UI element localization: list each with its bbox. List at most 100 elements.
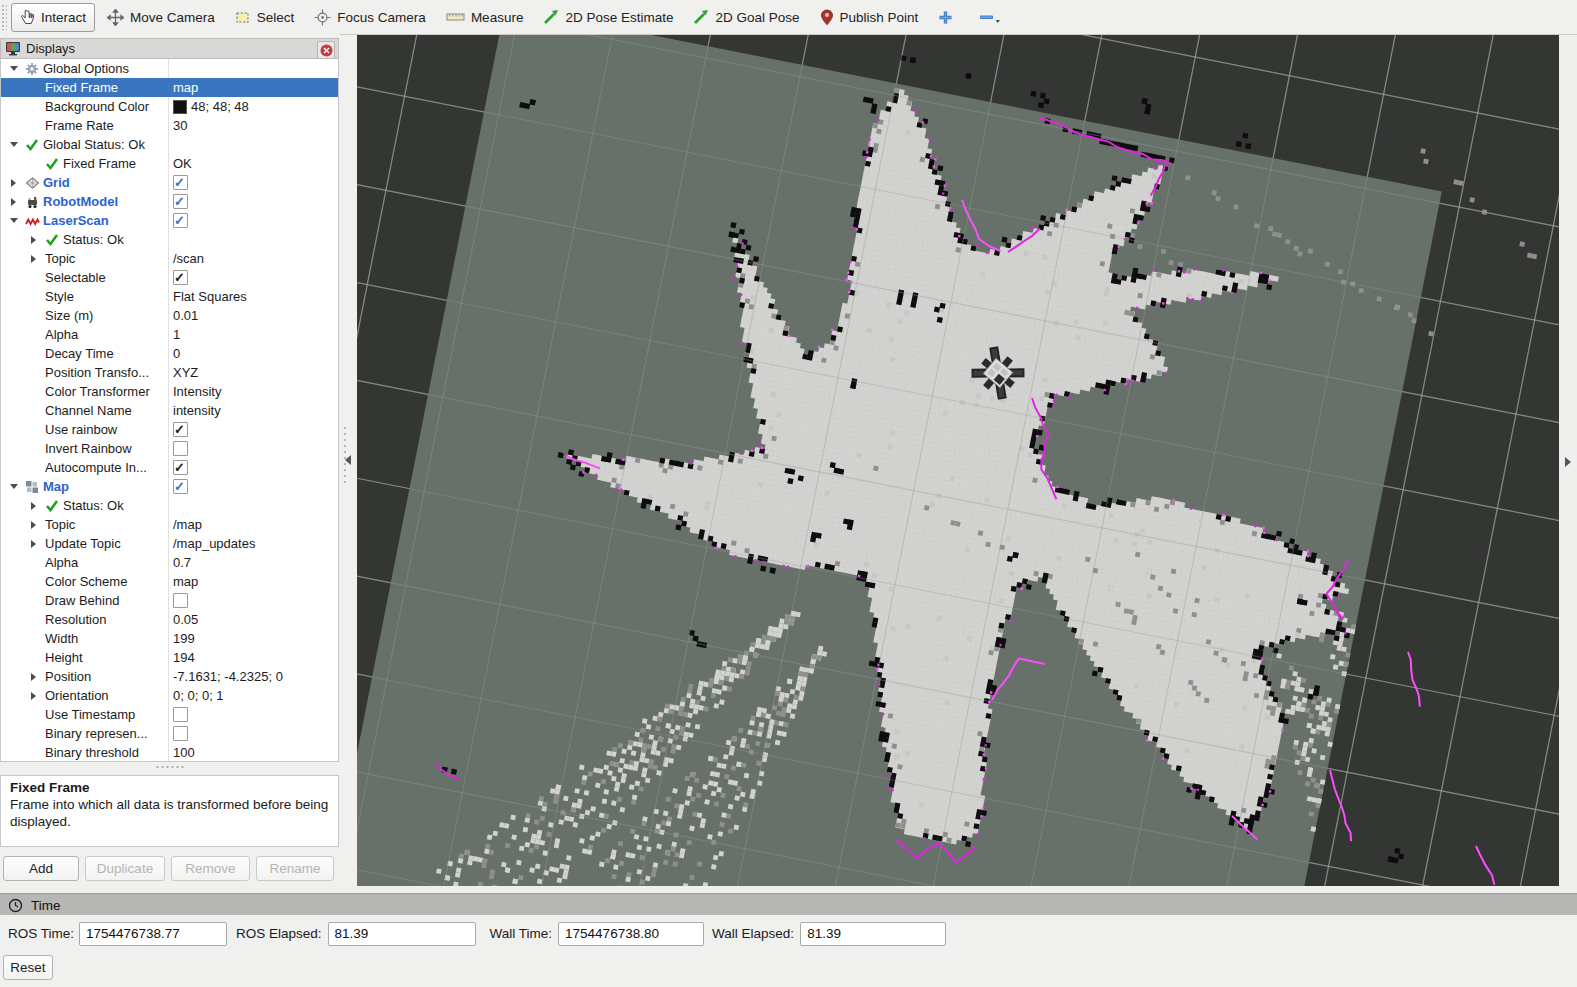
- property-value[interactable]: 0.05: [173, 610, 198, 629]
- tree-row-invert-rainbow[interactable]: Invert Rainbow: [1, 439, 338, 458]
- property-value[interactable]: XYZ: [173, 363, 198, 382]
- tree-row-robotmodel[interactable]: RobotModel: [1, 192, 338, 211]
- tree-row-autocompute-in-[interactable]: Autocompute In...: [1, 458, 338, 477]
- property-value[interactable]: 30: [173, 116, 187, 135]
- checkbox[interactable]: [173, 422, 188, 437]
- toolbar-button-plus[interactable]: [930, 4, 967, 31]
- property-value[interactable]: -7.1631; -4.2325; 0: [173, 667, 283, 686]
- property-value[interactable]: 0; 0; 0; 1: [173, 686, 224, 705]
- left-splitter[interactable]: [340, 35, 357, 886]
- splitter-handle[interactable]: [155, 765, 185, 769]
- checkbox[interactable]: [173, 726, 188, 741]
- tree-row-resolution[interactable]: Resolution0.05: [1, 610, 338, 629]
- expander-right-icon[interactable]: [31, 236, 36, 244]
- tree-row-binary-represen-[interactable]: Binary represen...: [1, 724, 338, 743]
- property-value[interactable]: intensity: [173, 401, 221, 420]
- checkbox[interactable]: [173, 707, 188, 722]
- checkbox[interactable]: [173, 479, 188, 494]
- property-value[interactable]: 1: [173, 325, 180, 344]
- reset-button[interactable]: Reset: [3, 955, 53, 980]
- property-value[interactable]: map: [173, 572, 198, 591]
- property-value[interactable]: 0.01: [173, 306, 198, 325]
- toolbar-button-publish-point[interactable]: Publish Point: [812, 4, 927, 31]
- property-value[interactable]: OK: [173, 154, 192, 173]
- toolbar-button-interact[interactable]: Interact: [11, 3, 95, 32]
- tree-row-fixed-frame[interactable]: Fixed Framemap: [1, 78, 338, 97]
- tree-row-height[interactable]: Height194: [1, 648, 338, 667]
- collapse-right-icon[interactable]: [1565, 457, 1571, 467]
- checkbox[interactable]: [173, 175, 188, 190]
- toolbar-button-move-camera[interactable]: Move Camera: [99, 4, 223, 31]
- expander-right-icon[interactable]: [31, 502, 36, 510]
- property-value[interactable]: Intensity: [173, 382, 221, 401]
- tree-row-position[interactable]: Position-7.1631; -4.2325; 0: [1, 667, 338, 686]
- tree-row-map[interactable]: Map: [1, 477, 338, 496]
- tree-row-frame-rate[interactable]: Frame Rate30: [1, 116, 338, 135]
- remove-button[interactable]: Remove: [171, 856, 250, 881]
- expander-down-icon[interactable]: [10, 142, 18, 147]
- tree-row-global-status-ok[interactable]: Global Status: Ok: [1, 135, 338, 154]
- 3d-viewport[interactable]: [357, 35, 1559, 886]
- checkbox[interactable]: [173, 441, 188, 456]
- tree-row-use-timestamp[interactable]: Use Timestamp: [1, 705, 338, 724]
- tree-row-size-m-[interactable]: Size (m)0.01: [1, 306, 338, 325]
- expander-right-icon[interactable]: [31, 540, 36, 548]
- tree-row-draw-behind[interactable]: Draw Behind: [1, 591, 338, 610]
- tree-row-orientation[interactable]: Orientation0; 0; 0; 1: [1, 686, 338, 705]
- add-button[interactable]: Add: [3, 856, 79, 881]
- tree-row-fixed-frame[interactable]: Fixed FrameOK: [1, 154, 338, 173]
- expander-right-icon[interactable]: [31, 521, 36, 529]
- expander-right-icon[interactable]: [31, 692, 36, 700]
- time-field-input[interactable]: 81.39: [800, 922, 946, 946]
- expander-down-icon[interactable]: [10, 484, 18, 489]
- tree-row-status-ok[interactable]: Status: Ok: [1, 496, 338, 515]
- tree-row-color-scheme[interactable]: Color Schememap: [1, 572, 338, 591]
- time-field-input[interactable]: 81.39: [328, 922, 476, 946]
- toolbar-button-2d-goal-pose[interactable]: 2D Goal Pose: [685, 4, 807, 31]
- checkbox[interactable]: [173, 213, 188, 228]
- property-value[interactable]: 199: [173, 629, 195, 648]
- tree-row-decay-time[interactable]: Decay Time0: [1, 344, 338, 363]
- expander-right-icon[interactable]: [11, 179, 16, 187]
- rename-button[interactable]: Rename: [256, 856, 334, 881]
- tree-row-global-options[interactable]: Global Options: [1, 59, 338, 78]
- checkbox[interactable]: [173, 270, 188, 285]
- tree-row-position-transfo-[interactable]: Position Transfo...XYZ: [1, 363, 338, 382]
- tree-row-alpha[interactable]: Alpha1: [1, 325, 338, 344]
- property-value[interactable]: 0: [173, 344, 180, 363]
- property-value[interactable]: Flat Squares: [173, 287, 247, 306]
- close-panel-button[interactable]: [317, 41, 335, 59]
- tree-row-color-transformer[interactable]: Color TransformerIntensity: [1, 382, 338, 401]
- tree-row-update-topic[interactable]: Update Topic/map_updates: [1, 534, 338, 553]
- color-swatch[interactable]: [173, 100, 187, 114]
- checkbox[interactable]: [173, 460, 188, 475]
- expander-right-icon[interactable]: [31, 255, 36, 263]
- property-value[interactable]: 48; 48; 48: [191, 97, 249, 116]
- tree-row-status-ok[interactable]: Status: Ok: [1, 230, 338, 249]
- tree-row-channel-name[interactable]: Channel Nameintensity: [1, 401, 338, 420]
- toolbar-button-focus-camera[interactable]: Focus Camera: [306, 4, 434, 31]
- toolbar-button-2d-pose-estimate[interactable]: 2D Pose Estimate: [535, 4, 681, 31]
- time-field-input[interactable]: 1754476738.80: [558, 922, 704, 946]
- tree-row-use-rainbow[interactable]: Use rainbow: [1, 420, 338, 439]
- collapse-left-icon[interactable]: [345, 455, 351, 465]
- expander-down-icon[interactable]: [10, 218, 18, 223]
- duplicate-button[interactable]: Duplicate: [85, 856, 165, 881]
- expander-right-icon[interactable]: [11, 198, 16, 206]
- property-value[interactable]: /map_updates: [173, 534, 255, 553]
- tree-row-binary-threshold[interactable]: Binary threshold100: [1, 743, 338, 762]
- toolbar-button-minus[interactable]: [971, 4, 1015, 31]
- tree-row-laserscan[interactable]: LaserScan: [1, 211, 338, 230]
- expander-right-icon[interactable]: [31, 673, 36, 681]
- tree-row-style[interactable]: StyleFlat Squares: [1, 287, 338, 306]
- checkbox[interactable]: [173, 194, 188, 209]
- tree-row-background-color[interactable]: Background Color48; 48; 48: [1, 97, 338, 116]
- property-value[interactable]: /scan: [173, 249, 204, 268]
- tree-row-selectable[interactable]: Selectable: [1, 268, 338, 287]
- tree-row-topic[interactable]: Topic/scan: [1, 249, 338, 268]
- property-value[interactable]: 0.7: [173, 553, 191, 572]
- toolbar-drag-handle[interactable]: [1, 4, 7, 30]
- right-splitter[interactable]: [1559, 35, 1577, 886]
- property-value[interactable]: map: [173, 78, 198, 97]
- toolbar-button-select[interactable]: Select: [227, 4, 303, 31]
